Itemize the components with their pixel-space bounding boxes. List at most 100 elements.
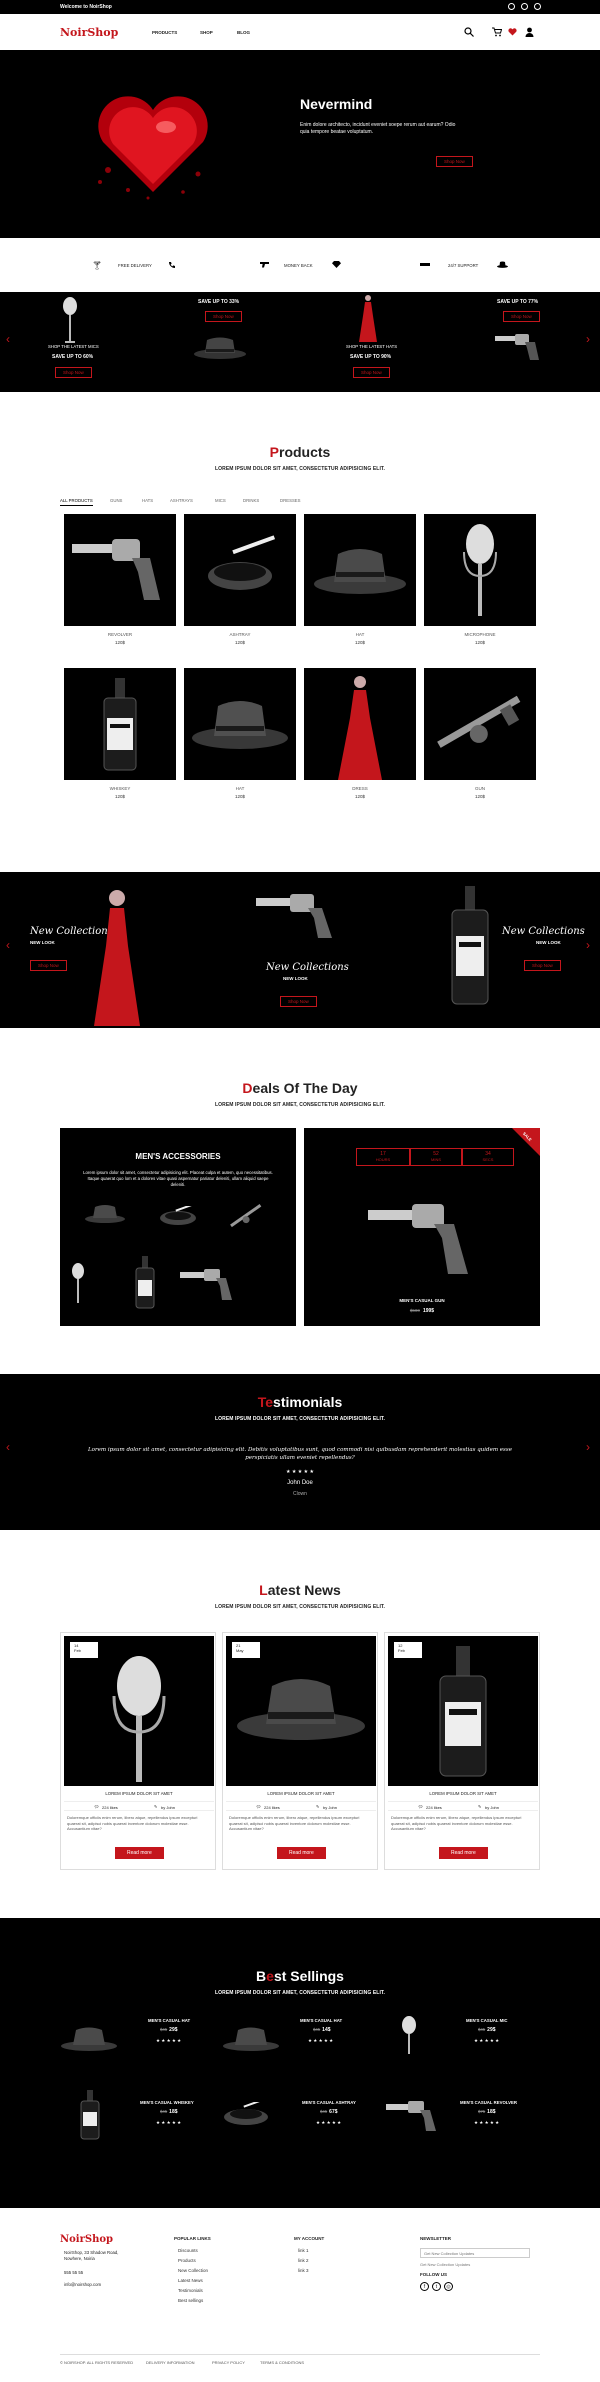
collection-right-button[interactable]: Shop Now xyxy=(524,960,561,971)
twitter-icon[interactable] xyxy=(521,3,528,10)
promo-next-arrow[interactable]: › xyxy=(586,332,590,346)
footer-account-links: link 1 link 2 link 3 xyxy=(298,2248,309,2278)
tab-mics[interactable]: MICS xyxy=(215,498,226,503)
deal-main-revolver-image xyxy=(368,1204,468,1274)
news-month-2: May xyxy=(236,1648,244,1653)
product-image-revolver[interactable] xyxy=(64,514,176,626)
products-title: Products xyxy=(0,444,600,460)
footer-logo[interactable]: NoirShop xyxy=(60,2234,113,2245)
product-image-hat-2[interactable] xyxy=(184,668,296,780)
news-read-more-1[interactable]: Read more xyxy=(115,1847,164,1859)
testimonials-next-arrow[interactable]: › xyxy=(586,1440,590,1454)
product-name-5: WHISKEY xyxy=(109,786,131,791)
footer-link-3[interactable]: link 3 xyxy=(298,2268,309,2273)
promo-item-4-button[interactable]: Shop Now xyxy=(503,311,540,322)
deals-title-rest: eals Of The Day xyxy=(252,1080,358,1096)
promo-item-3-button[interactable]: Shop Now xyxy=(353,367,390,378)
tab-dresses[interactable]: DRESSES xyxy=(280,498,301,503)
deal-old-price: $500 xyxy=(409,1308,420,1313)
best-price-3-wrap: $45 29$ xyxy=(478,2027,496,2033)
news-meta-1: 💬︎ 224 likes ✎ by John xyxy=(64,1801,214,1811)
collections-prev-arrow[interactable]: ‹ xyxy=(6,938,10,952)
product-name-2: ASHTRAY xyxy=(229,632,251,637)
footer-privacy-policy[interactable]: PRIVACY POLICY xyxy=(212,2360,245,2365)
footer-link-products[interactable]: Products xyxy=(178,2258,208,2263)
news-meta-3: 💬︎ 224 likes ✎ by John xyxy=(388,1801,538,1811)
footer-delivery-info[interactable]: DELIVERY INFORMATION xyxy=(146,2360,194,2365)
newsletter-input[interactable] xyxy=(420,2248,530,2258)
best-stars-3: ★ ★ ★ ★ ★ xyxy=(474,2038,500,2043)
promo-item-2-sub: SAVE UP TO 60% xyxy=(52,354,94,360)
promo-prev-arrow[interactable]: ‹ xyxy=(6,332,10,346)
collection-center-button[interactable]: Shop Now xyxy=(280,996,317,1007)
product-price-3: 120$ xyxy=(354,640,365,645)
instagram-icon[interactable]: ◎ xyxy=(444,2282,453,2291)
testimonials-prev-arrow[interactable]: ‹ xyxy=(6,1440,10,1454)
news-image-3[interactable]: 12 Feb xyxy=(388,1636,538,1786)
promo-mic-image xyxy=(63,297,77,343)
news-card-2: 21 May LOREM IPSUM DOLOR SIT AMET 💬︎ 224 l… xyxy=(222,1632,378,1870)
footer-phone: 555 55 55 xyxy=(64,2270,84,2275)
instagram-icon[interactable] xyxy=(534,3,541,10)
footer-copyright: © NOIRSHOP. ALL RIGHTS RESERVED xyxy=(60,2360,134,2365)
footer-link-1[interactable]: link 1 xyxy=(298,2248,309,2253)
product-price-5: 120$ xyxy=(114,794,125,799)
product-image-gun[interactable] xyxy=(424,668,536,780)
footer-terms[interactable]: TERMS & CONDITIONS xyxy=(260,2360,304,2365)
nav-shop[interactable]: SHOP xyxy=(200,30,213,35)
news-month-1: Feb xyxy=(74,1648,81,1653)
promo-item-1-button[interactable]: Shop Now xyxy=(205,311,242,322)
tab-hats[interactable]: HATS xyxy=(142,498,153,503)
news-image-2[interactable]: 21 May xyxy=(226,1636,376,1786)
footer-link-2[interactable]: link 2 xyxy=(298,2258,309,2263)
deal-gun-card[interactable]: 17 HOURS 52 MINS 34 SECS SALE MEN'S CASUAL … xyxy=(304,1128,540,1326)
tab-guns[interactable]: GUNS xyxy=(110,498,122,503)
testimonial-role: Clown xyxy=(293,1491,307,1497)
feature-support: 24/7 SUPPORT xyxy=(448,263,479,268)
product-image-whiskey[interactable] xyxy=(64,668,176,780)
news-read-more-2[interactable]: Read more xyxy=(277,1847,326,1859)
deal-accessories-card[interactable]: MEN'S ACCESSORIES Lorem ipsum dolor sit … xyxy=(60,1128,296,1326)
footer-link-best-sellings[interactable]: Best sellings xyxy=(178,2298,208,2303)
tab-ashtrays[interactable]: ASHTRAYS xyxy=(170,498,193,503)
tab-all-products[interactable]: ALL PRODUCTS xyxy=(60,498,93,506)
collections-next-arrow[interactable]: › xyxy=(586,938,590,952)
footer-email[interactable]: info@noirshop.com xyxy=(64,2282,101,2287)
news-card-title-3: LOREM IPSUM DOLOR SIT AMET xyxy=(429,1791,497,1796)
promo-item-2-button[interactable]: Shop Now xyxy=(55,367,92,378)
author-icon: ✎ xyxy=(478,1804,482,1809)
best-price-1-wrap: $45 29$ xyxy=(160,2027,178,2033)
footer-link-latest-news[interactable]: Latest News xyxy=(178,2278,208,2283)
user-icon[interactable] xyxy=(525,27,534,37)
footer-link-testimonials[interactable]: Testimonials xyxy=(178,2288,208,2293)
product-image-ashtray[interactable] xyxy=(184,514,296,626)
footer-follow-title: FOLLOW US xyxy=(420,2272,447,2277)
news-image-1[interactable]: 14 Feb xyxy=(64,1636,214,1786)
best-old-6: $75 xyxy=(478,2109,486,2114)
search-icon[interactable] xyxy=(464,27,474,37)
testimonials-subtitle: LOREM IPSUM DOLOR SIT AMET, CONSECTETUR … xyxy=(214,1416,386,1422)
timer-mins: 52 MINS xyxy=(410,1148,462,1166)
collection-left-button[interactable]: Shop Now xyxy=(30,960,67,971)
tab-drinks[interactable]: DRINKS xyxy=(243,498,259,503)
promo-revolver-image xyxy=(495,334,539,360)
news-month-3: Feb xyxy=(398,1648,405,1653)
bestsellings-title: Best Sellings xyxy=(0,1968,600,1984)
deal-gun-image xyxy=(230,1204,262,1228)
news-read-more-3[interactable]: Read more xyxy=(439,1847,488,1859)
nav-blog[interactable]: BLOG xyxy=(237,30,250,35)
nav-products[interactable]: PRODUCTS xyxy=(152,30,177,35)
hero-shop-button[interactable]: Shop Now xyxy=(436,156,473,167)
facebook-icon[interactable]: f xyxy=(420,2282,429,2291)
product-image-microphone[interactable] xyxy=(424,514,536,626)
footer-link-new-collection[interactable]: New Collection xyxy=(178,2268,208,2273)
twitter-icon[interactable]: t xyxy=(432,2282,441,2291)
heart-icon[interactable] xyxy=(508,28,517,36)
footer-link-discounts[interactable]: Discounts xyxy=(178,2248,208,2253)
cart-icon[interactable] xyxy=(492,27,502,37)
product-image-hat[interactable] xyxy=(304,514,416,626)
facebook-icon[interactable] xyxy=(508,3,515,10)
product-image-dress[interactable] xyxy=(304,668,416,780)
footer: NoirShop NoirShop, 33 Shadow Road, Nowhe… xyxy=(0,2208,600,2382)
logo[interactable]: NoirShop xyxy=(60,26,118,39)
